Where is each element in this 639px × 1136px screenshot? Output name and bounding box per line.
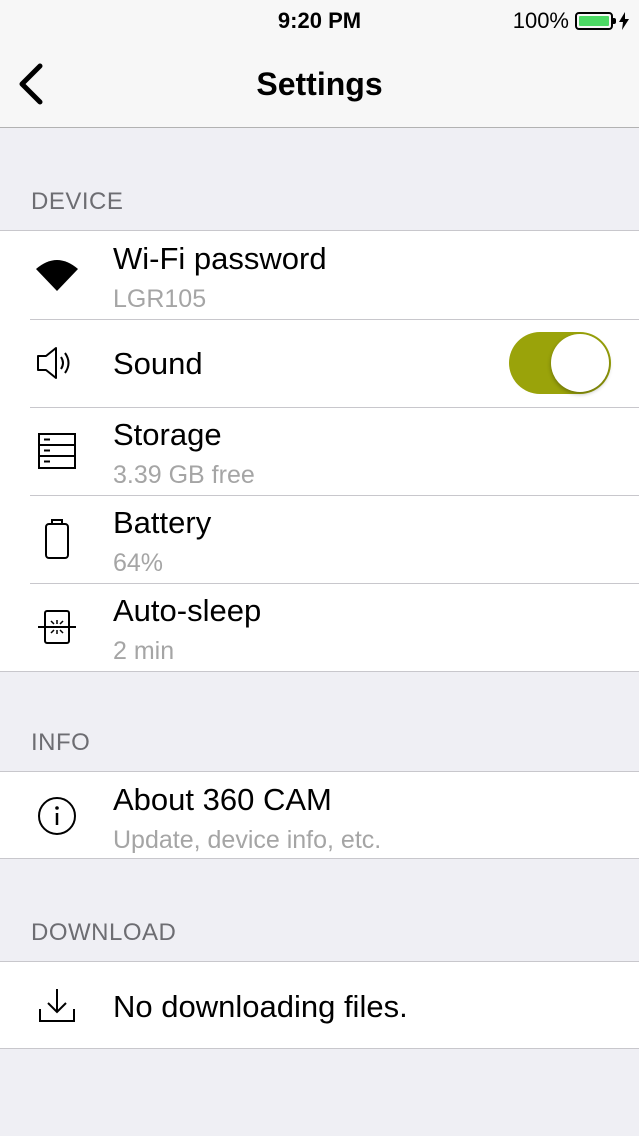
settings-row-sound: Sound [0,319,639,407]
section-header-device: DEVICE [31,188,124,215]
info-group: About 360 CAM Update, device info, etc. [0,771,639,859]
row-title: Storage [113,417,222,452]
wifi-icon [30,248,84,302]
page-title: Settings [256,66,383,102]
section-header-download: DOWNLOAD [31,919,177,946]
section-header-info: INFO [31,729,91,756]
settings-row-about[interactable]: About 360 CAM Update, device info, etc. [0,772,639,858]
nav-bar: Settings [0,40,639,128]
status-battery-icon [575,12,616,30]
status-battery-percent: 100% [512,8,569,33]
status-right: 100% [513,8,629,34]
speaker-icon [30,336,84,390]
settings-row-battery[interactable]: Battery 64% [0,495,639,583]
row-title: About 360 CAM [113,782,332,817]
settings-row-storage[interactable]: Storage 3.39 GB free [0,407,639,495]
row-subtitle: 2 min [113,637,175,665]
battery-icon [30,512,84,566]
device-group: Wi-Fi password LGR105 Sound Storage 3.39… [0,230,639,672]
settings-row-wifi[interactable]: Wi-Fi password LGR105 [0,231,639,319]
download-group: No downloading files. [0,961,639,1049]
download-icon [30,979,84,1033]
settings-row-download: No downloading files. [0,962,639,1048]
row-title: Auto-sleep [113,593,262,628]
row-title: Wi-Fi password [113,241,327,276]
row-title: No downloading files. [113,989,408,1024]
row-subtitle: Update, device info, etc. [113,826,382,854]
sleep-icon [30,600,84,654]
settings-row-auto-sleep[interactable]: Auto-sleep 2 min [0,583,639,671]
row-title: Battery [113,505,212,540]
sound-toggle[interactable] [509,332,611,394]
status-battery-nub [613,18,616,24]
row-subtitle: 64% [113,549,164,577]
storage-icon [30,424,84,478]
row-title: Sound [113,346,203,381]
row-subtitle: LGR105 [113,285,207,313]
toggle-knob [551,334,609,392]
status-bar: 9:20 PM 100% [0,0,639,40]
status-battery-fill [579,16,609,26]
charging-bolt-icon [619,12,629,30]
info-icon [30,789,84,843]
row-subtitle: 3.39 GB free [113,461,255,489]
